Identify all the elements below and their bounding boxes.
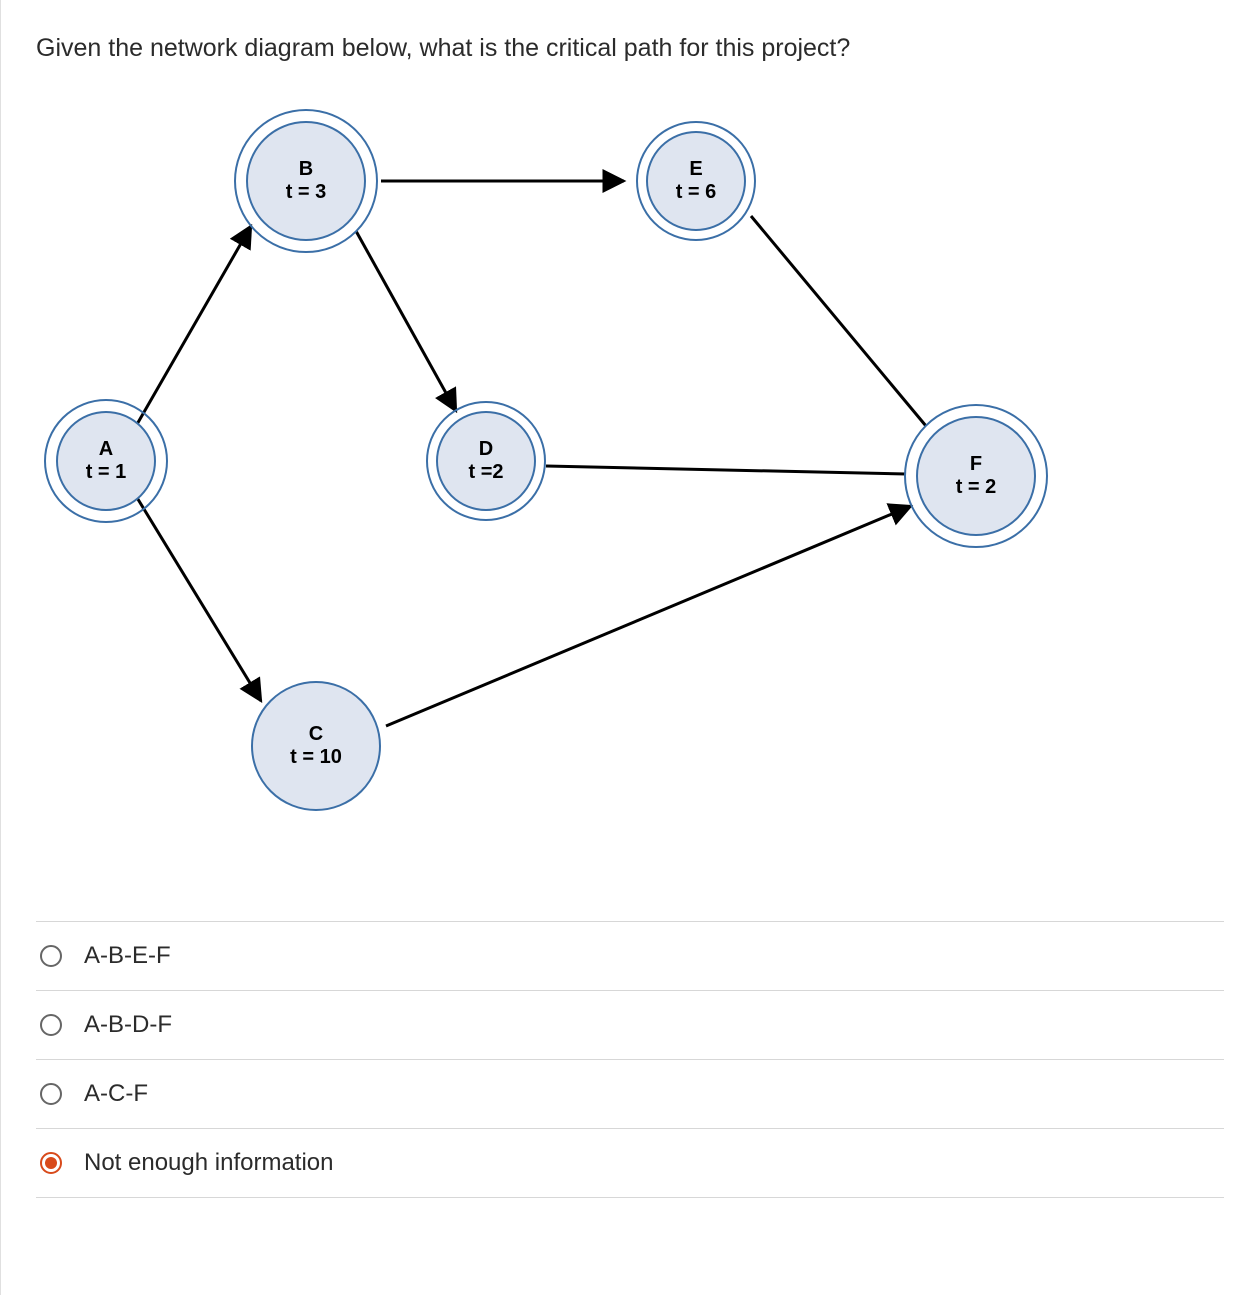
radio-icon[interactable]: [40, 1152, 62, 1174]
radio-icon[interactable]: [40, 1083, 62, 1105]
node-B-label: B: [248, 158, 364, 181]
option-1[interactable]: A-B-D-F: [36, 990, 1224, 1059]
node-A-label: A: [58, 438, 154, 461]
node-F-t: t = 2: [918, 476, 1034, 499]
node-A: A t = 1: [56, 411, 156, 511]
quiz-question-container: Given the network diagram below, what is…: [0, 0, 1259, 1295]
edge-B-D: [356, 231, 456, 411]
node-D-label: D: [438, 438, 534, 461]
node-A-t: t = 1: [58, 461, 154, 484]
network-diagram: A t = 1 B t = 3 C t = 10 D t =2 E t = 6 …: [36, 96, 1136, 866]
option-0[interactable]: A-B-E-F: [36, 921, 1224, 990]
node-C-t: t = 10: [253, 746, 379, 769]
node-B: B t = 3: [246, 121, 366, 241]
radio-icon[interactable]: [40, 945, 62, 967]
node-E: E t = 6: [646, 131, 746, 231]
option-label: A-B-E-F: [84, 942, 171, 970]
node-F-label: F: [918, 453, 1034, 476]
node-C-label: C: [253, 723, 379, 746]
option-3[interactable]: Not enough information: [36, 1128, 1224, 1198]
node-D-t: t =2: [438, 461, 534, 484]
edge-A-C: [136, 496, 261, 701]
option-label: A-B-D-F: [84, 1011, 172, 1039]
question-text: Given the network diagram below, what is…: [36, 30, 1224, 66]
node-E-t: t = 6: [648, 181, 744, 204]
node-F: F t = 2: [916, 416, 1036, 536]
node-B-t: t = 3: [248, 181, 364, 204]
option-label: A-C-F: [84, 1080, 148, 1108]
node-D: D t =2: [436, 411, 536, 511]
option-label: Not enough information: [84, 1149, 334, 1177]
edge-A-B: [136, 226, 251, 426]
answer-options: A-B-E-F A-B-D-F A-C-F Not enough informa…: [36, 921, 1224, 1198]
option-2[interactable]: A-C-F: [36, 1059, 1224, 1128]
node-C: C t = 10: [251, 681, 381, 811]
edge-C-F: [386, 506, 911, 726]
edge-E-F: [751, 216, 926, 426]
radio-icon[interactable]: [40, 1014, 62, 1036]
edge-D-F: [546, 466, 906, 474]
node-E-label: E: [648, 158, 744, 181]
